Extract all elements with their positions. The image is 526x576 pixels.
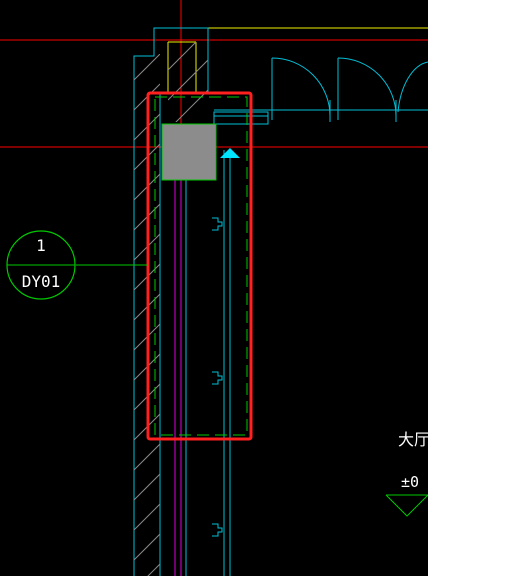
wall-outline [133,27,209,576]
elevation-label: ±0 [401,473,420,491]
blank-panel [428,0,526,576]
column-hatching [168,42,208,122]
cad-drawing-viewport[interactable]: 1 DY01 大厅 ±0 [0,0,428,576]
door-swings [213,57,428,125]
elevator-tag-code: DY01 [21,272,61,291]
grip-triangle-icon[interactable] [220,148,240,158]
room-label: 大厅 [398,430,428,449]
counterweight-block[interactable] [161,123,217,181]
elevation-marker-icon [385,494,428,517]
elevator-tag-number: 1 [36,236,46,255]
rail-brackets [212,217,223,537]
